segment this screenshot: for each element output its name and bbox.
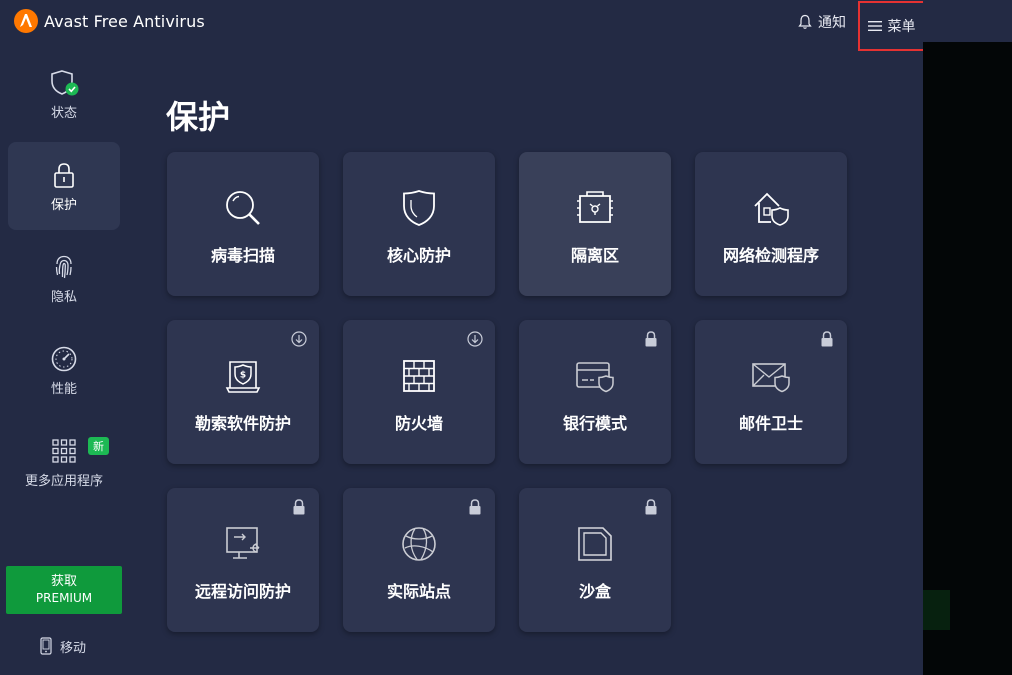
tile-label: 银行模式 (562, 414, 627, 433)
mobile-button[interactable]: 移动 (40, 636, 86, 656)
tile-label: 病毒扫描 (210, 246, 275, 265)
lock-icon (293, 499, 305, 515)
tile-label: 核心防护 (386, 246, 451, 265)
sidebar-item-label: 保护 (50, 197, 77, 213)
tile-core-shield[interactable]: 核心防护 (343, 152, 495, 296)
avast-logo-icon (14, 9, 38, 33)
sandbox-icon (578, 527, 612, 561)
sidebar-item-label: 状态 (50, 105, 77, 121)
download-icon (291, 331, 307, 347)
page-title: 保护 (166, 98, 231, 136)
sidebar: 状态 保护 隐私 性能 更多应用程序 新 获取 PREMIUM 移动 (0, 42, 128, 675)
shield-icon (403, 190, 435, 226)
lock-icon (54, 162, 74, 188)
notifications-label: 通知 (818, 15, 846, 31)
tile-quarantine[interactable]: 隔离区 (519, 152, 671, 296)
svg-text:$: $ (240, 371, 246, 381)
tile-label: 勒索软件防护 (194, 414, 291, 433)
firewall-icon (403, 360, 435, 392)
fingerprint-icon (55, 255, 72, 278)
home-shield-icon (754, 192, 789, 226)
tile-label: 隔离区 (570, 246, 619, 265)
premium-line1: 获取 (50, 574, 77, 589)
title-bar: Avast Free Antivirus 通知 菜单 (0, 0, 995, 51)
tile-bank-mode[interactable]: 银行模式 (519, 320, 671, 464)
app-title: Avast Free Antivirus (44, 12, 205, 31)
notifications-button[interactable]: 通知 (797, 12, 846, 32)
tile-ransomware-shield[interactable]: $ 勒索软件防护 (167, 320, 319, 464)
sidebar-item-label: 性能 (50, 381, 77, 397)
tile-sandbox[interactable]: 沙盒 (519, 488, 671, 632)
lock-icon (645, 331, 657, 347)
tile-remote-access-shield[interactable]: 远程访问防护 (167, 488, 319, 632)
tile-mail-shield[interactable]: 邮件卫士 (695, 320, 847, 464)
mobile-label: 移动 (60, 640, 87, 656)
sidebar-item-label: 隐私 (50, 289, 77, 305)
tile-label: 邮件卫士 (738, 414, 803, 433)
menu-label: 菜单 (887, 19, 916, 35)
tile-firewall[interactable]: 防火墙 (343, 320, 495, 464)
sidebar-item-status[interactable]: 状态 (8, 50, 120, 138)
tile-label: 远程访问防护 (194, 582, 291, 601)
ransomware-shield-icon: $ (225, 361, 261, 393)
quarantine-box-icon (577, 191, 613, 223)
speedometer-icon (51, 346, 77, 371)
bank-card-icon (576, 362, 614, 393)
tile-label: 沙盒 (578, 582, 611, 601)
sidebar-item-more-apps[interactable]: 更多应用程序 (6, 418, 122, 506)
background-green-block (923, 590, 950, 630)
get-premium-button[interactable]: 获取 PREMIUM (6, 566, 122, 614)
globe-icon (402, 527, 436, 561)
tile-virus-scan[interactable]: 病毒扫描 (167, 152, 319, 296)
tile-label: 网络检测程序 (722, 246, 819, 265)
bell-icon (798, 14, 812, 29)
tile-real-site[interactable]: 实际站点 (343, 488, 495, 632)
lock-icon (821, 331, 833, 347)
apps-grid-icon (52, 438, 76, 463)
lock-icon (645, 499, 657, 515)
hamburger-menu-icon (867, 21, 882, 31)
sidebar-item-protection[interactable]: 保护 (8, 142, 120, 230)
background-window (923, 0, 1012, 675)
new-badge: 新 (88, 437, 109, 455)
menu-button[interactable]: 菜单 (858, 1, 925, 51)
tile-network-inspector[interactable]: 网络检测程序 (695, 152, 847, 296)
tile-label: 防火墙 (394, 414, 443, 433)
sidebar-item-label: 更多应用程序 (24, 473, 103, 489)
phone-icon (40, 637, 52, 655)
app-window: Avast Free Antivirus 通知 菜单 状态 保护 隐私 性能 更… (0, 0, 995, 675)
magnifier-icon (226, 191, 260, 225)
lock-icon (469, 499, 481, 515)
remote-access-icon (226, 527, 260, 559)
shield-check-icon (51, 69, 79, 95)
tile-label: 实际站点 (386, 582, 451, 601)
title-bar-extension (923, 0, 1012, 42)
download-icon (467, 331, 483, 347)
premium-line2: PREMIUM (35, 591, 93, 605)
sidebar-item-privacy[interactable]: 隐私 (8, 234, 120, 322)
sidebar-item-performance[interactable]: 性能 (8, 326, 120, 414)
mail-shield-icon (752, 363, 790, 393)
